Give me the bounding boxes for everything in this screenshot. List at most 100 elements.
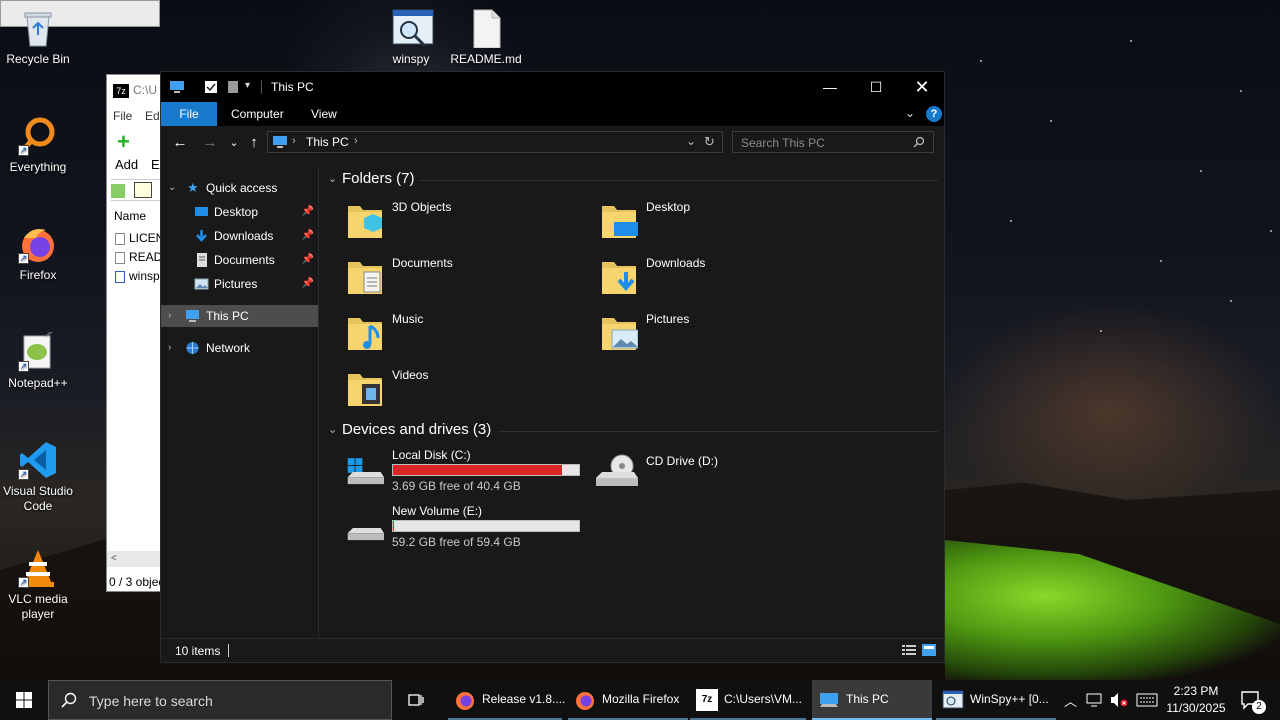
taskbar-search-box[interactable]: Type here to search [48, 680, 392, 720]
up-folder-icon[interactable] [111, 184, 125, 198]
sevenzip-hscroll[interactable]: < [107, 551, 165, 567]
forward-button[interactable]: → [201, 134, 219, 152]
desktop-icon-everything[interactable]: ↗ Everything [0, 116, 76, 175]
action-center-button[interactable]: 2 [1236, 680, 1276, 720]
folder-downloads[interactable]: Downloads [574, 252, 824, 304]
desktop-icon-readme[interactable]: README.md [448, 8, 524, 67]
recent-locations-button[interactable]: ⌄ [225, 134, 243, 152]
title-bar[interactable]: ▾ This PC — ☐ ✕ [161, 72, 944, 102]
keyboard-icon[interactable] [1134, 680, 1160, 720]
expanded-chevron-icon[interactable]: ⌄ [168, 177, 176, 199]
search-box[interactable]: Search This PC [732, 131, 934, 153]
nav-downloads[interactable]: Downloads 📌 [161, 225, 318, 247]
desktop-icon-recycle-bin[interactable]: Recycle Bin [0, 8, 76, 67]
nav-network[interactable]: › Network [161, 337, 318, 359]
drive-c[interactable]: Local Disk (C:) 3.69 GB free of 40.4 GB [320, 448, 590, 500]
pin-icon[interactable]: 📌 [302, 249, 314, 271]
large-icons-view-icon[interactable] [922, 644, 936, 656]
up-button[interactable]: ↑ [245, 134, 263, 152]
collapsed-chevron-icon[interactable]: › [168, 305, 171, 327]
computer-icon [273, 136, 287, 148]
folder-music[interactable]: Music [320, 308, 570, 360]
sevenzip-address-icon[interactable] [134, 182, 153, 198]
group-collapse-icon[interactable]: ⌄ [328, 172, 337, 185]
breadcrumb-separator-icon: › [292, 135, 296, 147]
folder-documents[interactable]: Documents [320, 252, 570, 304]
task-view-button[interactable] [398, 680, 434, 720]
pin-icon[interactable]: 📌 [302, 201, 314, 223]
back-button[interactable]: ← [171, 134, 189, 152]
desktop-icon-winspy[interactable]: winspy [373, 8, 449, 67]
refresh-icon[interactable]: ↻ [704, 134, 715, 150]
desktop-icon-firefox[interactable]: ↗ Firefox [0, 224, 76, 283]
tab-view[interactable]: View [297, 102, 351, 126]
sevenzip-row[interactable]: LICEN [115, 231, 164, 245]
sevenzip-window[interactable]: 7z C:\U File Edi + Add Ex Name LICEN READ… [106, 74, 166, 592]
nav-documents[interactable]: Documents 📌 [161, 249, 318, 271]
devices-header[interactable]: Devices and drives (3) [342, 421, 491, 438]
qat-dropdown-icon[interactable]: ▾ [245, 80, 250, 91]
navigation-pane: ⌄ ★ Quick access Desktop 📌 Downloads 📌 D… [161, 168, 319, 639]
sevenzip-status: 0 / 3 objec [109, 575, 165, 589]
start-button[interactable] [0, 680, 48, 720]
folder-desktop[interactable]: Desktop [574, 196, 824, 248]
taskbar-app-this-pc[interactable]: This PC [812, 680, 932, 720]
network-status-icon[interactable] [1084, 680, 1104, 720]
desktop-icon-label: Visual Studio Code [3, 484, 73, 513]
maximize-button[interactable]: ☐ [853, 72, 899, 102]
sevenzip-add-button[interactable]: Add [115, 157, 138, 172]
details-view-icon[interactable] [902, 644, 916, 656]
nav-this-pc[interactable]: › This PC [161, 305, 318, 327]
explorer-window[interactable]: ▾ This PC — ☐ ✕ File Computer View ⌄ ? ←… [160, 71, 945, 663]
clock[interactable]: 2:23 PM 11/30/2025 [1162, 680, 1230, 720]
folder-videos[interactable]: Videos [320, 364, 570, 416]
add-icon[interactable]: + [117, 129, 130, 155]
folders-header[interactable]: Folders (7) [342, 170, 415, 187]
taskbar-app-7zip[interactable]: 7z C:\Users\VM... [690, 680, 806, 720]
desktop-icon-vlc[interactable]: ↗ VLC media player [0, 548, 76, 622]
drive-name: Local Disk (C:) [392, 448, 471, 462]
ribbon-expand-icon[interactable]: ⌄ [905, 106, 915, 120]
sevenzip-row[interactable]: winsp [115, 269, 160, 283]
tab-computer[interactable]: Computer [217, 102, 298, 126]
breadcrumb-chevron-icon[interactable]: › [354, 135, 358, 147]
sevenzip-col-name[interactable]: Name [114, 209, 146, 223]
desktop-icon-label: VLC media player [8, 592, 68, 621]
documents-folder-icon [348, 262, 382, 294]
pin-icon[interactable]: 📌 [302, 225, 314, 247]
group-collapse-icon[interactable]: ⌄ [328, 423, 337, 436]
volume-muted-icon[interactable] [1108, 680, 1130, 720]
desktop-icon-notepadpp[interactable]: ↗ Notepad++ [0, 329, 76, 391]
desktop-icon-label: README.md [450, 52, 522, 66]
desktop-icon-vscode[interactable]: ↗ Visual Studio Code [0, 440, 76, 514]
folder-pictures[interactable]: Pictures [574, 308, 824, 360]
close-button[interactable]: ✕ [899, 72, 945, 102]
address-dropdown-icon[interactable]: ⌄ [686, 134, 696, 148]
taskbar-app-winspy[interactable]: WinSpy++ [0... [936, 680, 1056, 720]
computer-icon [186, 310, 199, 322]
taskbar-app-release[interactable]: Release v1.8.... [448, 680, 565, 720]
address-bar[interactable]: › This PC › ⌄ ↻ [267, 131, 723, 153]
search-placeholder: Search This PC [741, 136, 825, 150]
sevenzip-row[interactable]: READ [115, 250, 162, 264]
properties-icon[interactable] [203, 79, 219, 95]
desktop-folder-icon [602, 206, 638, 238]
nav-pictures[interactable]: Pictures 📌 [161, 273, 318, 295]
nav-quick-access[interactable]: ⌄ ★ Quick access [161, 177, 318, 199]
collapsed-chevron-icon[interactable]: › [168, 337, 171, 359]
drive-e[interactable]: New Volume (E:) 59.2 GB free of 59.4 GB [320, 504, 590, 556]
taskbar-app-firefox[interactable]: Mozilla Firefox [568, 680, 688, 720]
new-folder-icon[interactable] [225, 79, 241, 95]
show-hidden-icons-button[interactable]: ︿ [1062, 680, 1080, 720]
tab-file[interactable]: File [161, 102, 217, 126]
minimize-button[interactable]: — [807, 72, 853, 102]
drive-d[interactable]: CD Drive (D:) [574, 448, 774, 500]
file-icon [115, 232, 125, 245]
breadcrumb-this-pc[interactable]: This PC [306, 135, 349, 149]
help-icon[interactable]: ? [926, 106, 942, 122]
folder-3d-objects[interactable]: 3D Objects [320, 196, 570, 248]
nav-desktop[interactable]: Desktop 📌 [161, 201, 318, 223]
pin-icon[interactable]: 📌 [302, 273, 314, 295]
desktop-icon-label: Notepad++ [8, 376, 68, 390]
sevenzip-menu-file[interactable]: File [113, 109, 132, 123]
